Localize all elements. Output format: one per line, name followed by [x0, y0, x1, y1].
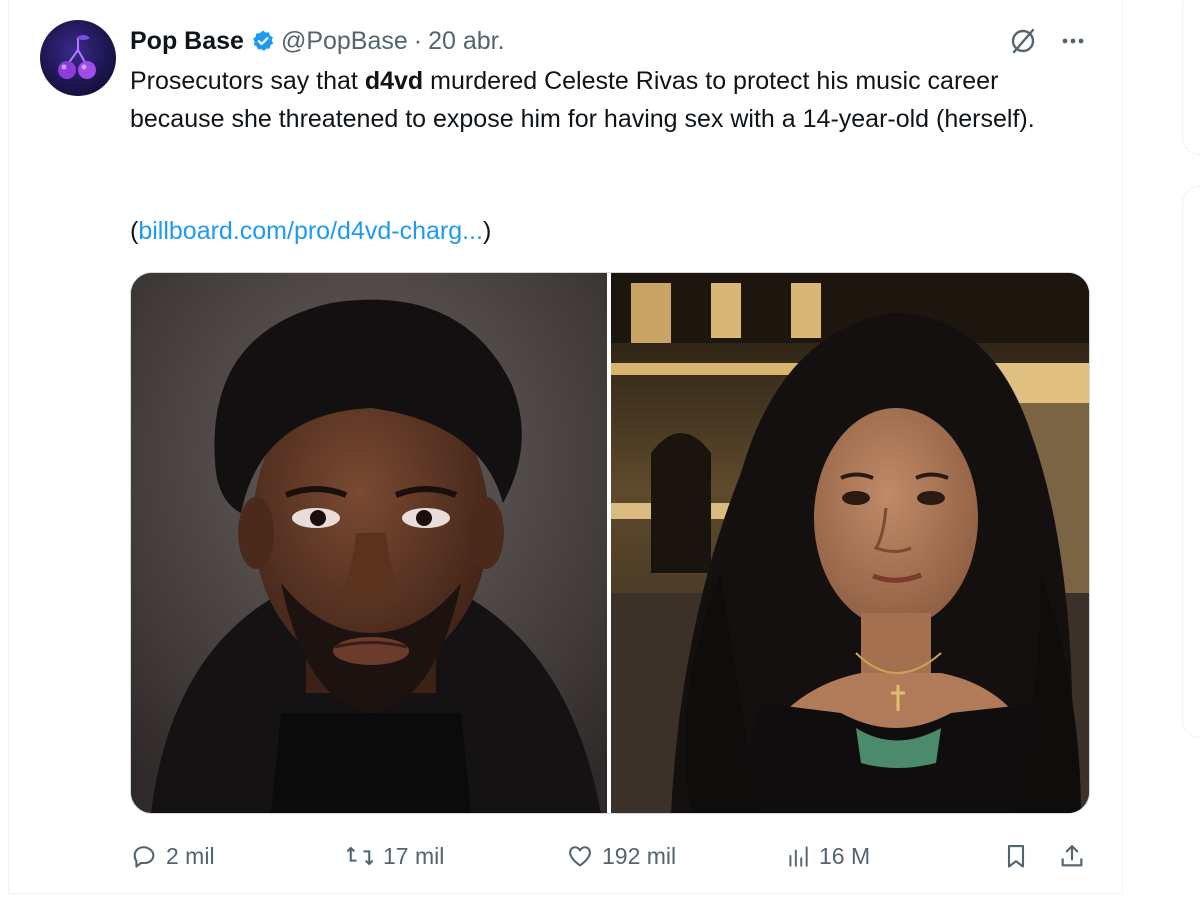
author-handle[interactable]: @PopBase: [281, 27, 408, 56]
tweet-actions: 2 mil 17 mil 192 mil 16 M: [0, 836, 1200, 876]
views-count: 16 M: [819, 842, 871, 869]
tweet-text-mention: d4vd: [364, 67, 424, 95]
tweet-link[interactable]: billboard.com/pro/d4vd-charg...: [138, 217, 483, 245]
tweet-header: Pop Base @PopBase · 20 abr.: [130, 26, 505, 56]
header-separator: ·: [413, 26, 423, 55]
like-count: 192 mil: [602, 842, 677, 869]
bookmark-button[interactable]: [1002, 836, 1038, 876]
avatar[interactable]: [40, 20, 116, 96]
tweet-link-line: (billboard.com/pro/d4vd-charg...): [130, 212, 491, 250]
tweet-text: Prosecutors say that d4vd murdered Celes…: [130, 62, 1070, 138]
repost-icon: [346, 846, 374, 866]
share-button[interactable]: [1058, 836, 1094, 876]
photo-young-woman[interactable]: [611, 273, 1089, 813]
tweet-text-before: Prosecutors say that: [130, 67, 365, 95]
reply-button[interactable]: 2 mil: [130, 836, 215, 876]
sidebar-card-top: [1182, 0, 1200, 155]
sidebar-card-bottom: [1182, 186, 1200, 738]
link-close-paren: ): [482, 217, 492, 245]
grok-icon[interactable]: [1006, 24, 1040, 58]
tweet-date[interactable]: 20 abr.: [428, 27, 504, 56]
views-button[interactable]: 16 M: [785, 836, 870, 876]
like-button[interactable]: 192 mil: [566, 836, 676, 876]
views-icon: [789, 846, 808, 867]
like-icon: [569, 846, 591, 867]
photo-man-mugshot[interactable]: [131, 273, 607, 813]
repost-count: 17 mil: [383, 842, 445, 869]
more-icon[interactable]: [1056, 28, 1090, 54]
bookmark-icon: [1007, 845, 1025, 868]
repost-button[interactable]: 17 mil: [345, 836, 444, 876]
tweet-media[interactable]: [130, 272, 1090, 814]
reply-count: 2 mil: [166, 842, 215, 869]
share-icon: [1061, 845, 1083, 867]
verified-badge-icon: [251, 29, 275, 53]
reply-icon: [133, 846, 155, 868]
author-name[interactable]: Pop Base: [130, 27, 244, 56]
